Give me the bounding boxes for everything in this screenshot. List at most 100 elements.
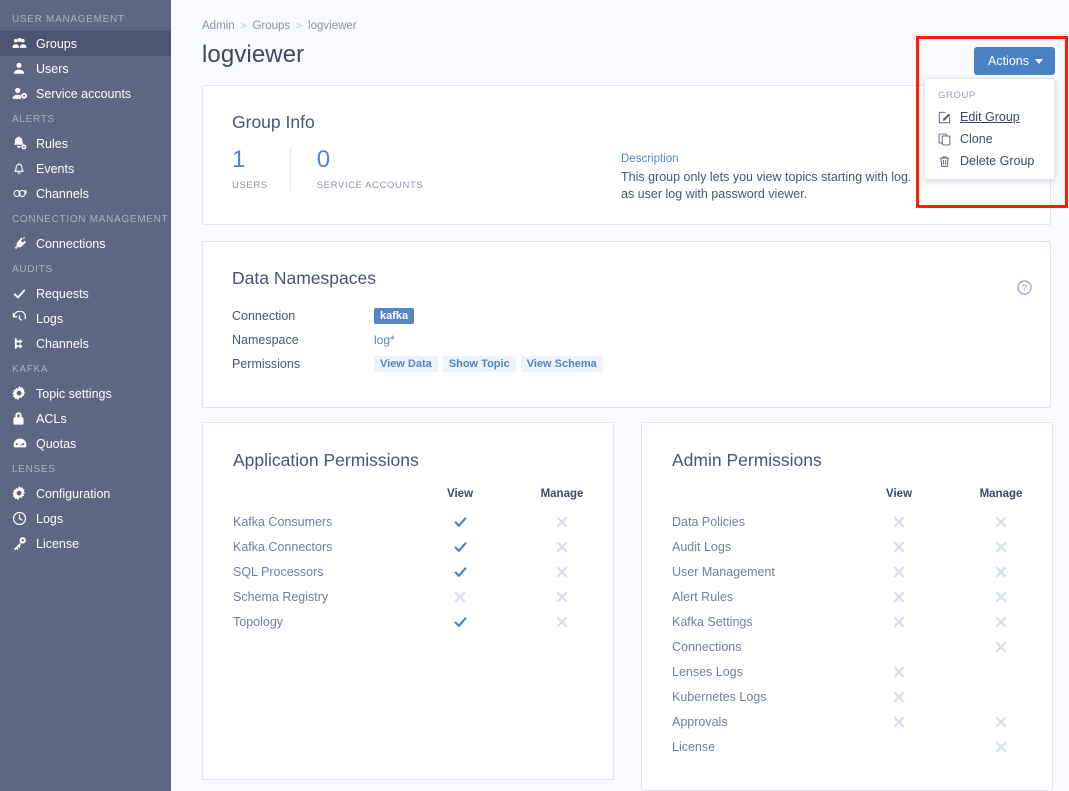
pencil-icon <box>938 111 958 124</box>
table-header-row: View Manage <box>672 487 1052 509</box>
permission-label: Lenses Logs <box>672 664 743 679</box>
permission-manage-cross-icon <box>511 559 613 584</box>
app-root: USER MANAGEMENT Groups Users Service accoun… <box>0 0 1069 791</box>
application-permissions-table: View Manage Kafka Consumers Kafka Connector… <box>233 487 613 634</box>
sidebar-section-audits: AUDITS <box>12 264 53 275</box>
sidebar-item-label: Logs <box>36 311 64 326</box>
menu-item-label: Edit Group <box>960 110 1020 124</box>
permission-manage-cross-icon <box>950 509 1052 534</box>
permission-manage-empty <box>950 684 1052 709</box>
sidebar-item-label: Service accounts <box>36 86 132 101</box>
sidebar-item-topic-settings[interactable]: Topic settings <box>0 381 171 406</box>
sidebar-item-label: Groups <box>36 36 77 51</box>
namespace-key: Connection <box>232 309 296 323</box>
sidebar-item-label: Rules <box>36 136 68 151</box>
admin-permissions-card: Admin Permissions View Manage Data Policie… <box>641 422 1053 791</box>
groups-icon <box>12 36 33 51</box>
sidebar-item-channels[interactable]: Channels <box>0 331 171 356</box>
sidebar-item-channels[interactable]: Channels <box>0 181 171 206</box>
bell-gear-icon <box>12 136 33 151</box>
sidebar-item-logs[interactable]: Logs <box>0 306 171 331</box>
table-row: Lenses Logs <box>672 659 1052 684</box>
description-line-2: as user log with password viewer. <box>621 187 808 201</box>
permission-label: Audit Logs <box>672 539 732 554</box>
permission-label: Schema Registry <box>233 589 329 604</box>
application-permissions-column-manage: Manage <box>540 488 584 500</box>
sidebar-item-label: Requests <box>36 286 89 301</box>
gear-icon <box>12 386 33 401</box>
namespace-row: Connection kafka <box>232 305 1050 327</box>
badge-view-data: View Data <box>374 356 438 372</box>
menu-item-edit-group[interactable]: Edit Group <box>925 106 1054 128</box>
sidebar-item-users[interactable]: Users <box>0 56 171 81</box>
actions-button[interactable]: Actions <box>974 47 1055 75</box>
permission-manage-cross-icon <box>950 734 1052 759</box>
history-icon <box>12 311 33 326</box>
breadcrumb: Admin > Groups > logviewer <box>202 0 1060 32</box>
sidebar-item-configuration[interactable]: Configuration <box>0 481 171 506</box>
table-header-row: View Manage <box>233 487 613 509</box>
badge-log: log* <box>374 333 395 347</box>
channels-icon <box>12 186 33 201</box>
permission-view-cross-icon <box>848 534 950 559</box>
permission-manage-cross-icon <box>511 609 613 634</box>
permission-label: Topology <box>233 614 284 629</box>
permission-manage-cross-icon <box>950 584 1052 609</box>
sidebar-item-events[interactable]: Events <box>0 156 171 181</box>
breadcrumb-item-admin[interactable]: Admin <box>202 20 235 32</box>
table-row: User Management <box>672 559 1052 584</box>
breadcrumb-separator: > <box>296 21 303 32</box>
sidebar-section-connection-management: CONNECTION MANAGEMENT <box>12 214 169 225</box>
sidebar-item-rules[interactable]: Rules <box>0 131 171 156</box>
group-description: Description This group only lets you vie… <box>621 153 921 203</box>
branch-icon <box>12 336 33 351</box>
permission-manage-cross-icon <box>950 534 1052 559</box>
user-icon <box>12 61 33 76</box>
sidebar-item-logs[interactable]: Logs <box>0 506 171 531</box>
description-label: Description <box>621 153 679 165</box>
table-corner-cell <box>233 487 409 509</box>
svg-text:?: ? <box>1022 283 1027 293</box>
chevron-down-icon <box>1035 58 1043 64</box>
permission-label: Connections <box>672 639 742 654</box>
sidebar-item-groups[interactable]: Groups <box>0 31 171 56</box>
copy-icon <box>938 133 958 146</box>
sidebar-item-connections[interactable]: Connections <box>0 231 171 256</box>
permission-label: Data Policies <box>672 514 745 529</box>
sidebar-item-label: Users <box>36 61 69 76</box>
table-row: Schema Registry <box>233 584 613 609</box>
namespace-rows: Connection kafka Namespace log* Permissions V… <box>232 305 1050 375</box>
sidebar-section-user-management: USER MANAGEMENT <box>12 14 125 25</box>
badge-view-schema: View Schema <box>520 356 603 372</box>
table-row: Approvals <box>672 709 1052 734</box>
stat-value: 0 <box>316 146 331 173</box>
table-row: Kafka Consumers <box>233 509 613 534</box>
sidebar-item-service-accounts[interactable]: Service accounts <box>0 81 171 106</box>
stat-users: 1 USERS <box>232 146 290 192</box>
admin-permissions-column-manage: Manage <box>979 488 1023 500</box>
stat-value: 1 <box>232 146 246 173</box>
menu-item-delete-group[interactable]: Delete Group <box>925 150 1054 172</box>
sidebar-section-alerts: ALERTS <box>12 114 55 125</box>
namespace-row: Namespace log* <box>232 329 1050 351</box>
sidebar-item-acls[interactable]: ACLs <box>0 406 171 431</box>
sidebar-item-quotas[interactable]: Quotas <box>0 431 171 456</box>
permission-manage-cross-icon <box>511 509 613 534</box>
sidebar-item-label: Configuration <box>36 486 111 501</box>
application-permissions-title: Application Permissions <box>233 450 419 470</box>
menu-item-clone[interactable]: Clone <box>925 128 1054 150</box>
sidebar-item-license[interactable]: License <box>0 531 171 556</box>
plug-icon <box>12 236 33 251</box>
table-row: Kafka Settings <box>672 609 1052 634</box>
permission-label: Approvals <box>672 714 728 729</box>
permission-manage-cross-icon <box>511 584 613 609</box>
namespace-key: Namespace <box>232 333 299 347</box>
breadcrumb-item-groups[interactable]: Groups <box>252 20 290 32</box>
permission-view-check-icon <box>409 609 511 634</box>
sidebar-item-requests[interactable]: Requests <box>0 281 171 306</box>
gauge-icon <box>12 436 33 451</box>
namespace-row: Permissions View Data Show Topic View Schem… <box>232 353 1050 375</box>
actions-button-label: Actions <box>988 54 1029 68</box>
question-circle-icon[interactable]: ? <box>1017 280 1032 295</box>
table-row: Topology <box>233 609 613 634</box>
